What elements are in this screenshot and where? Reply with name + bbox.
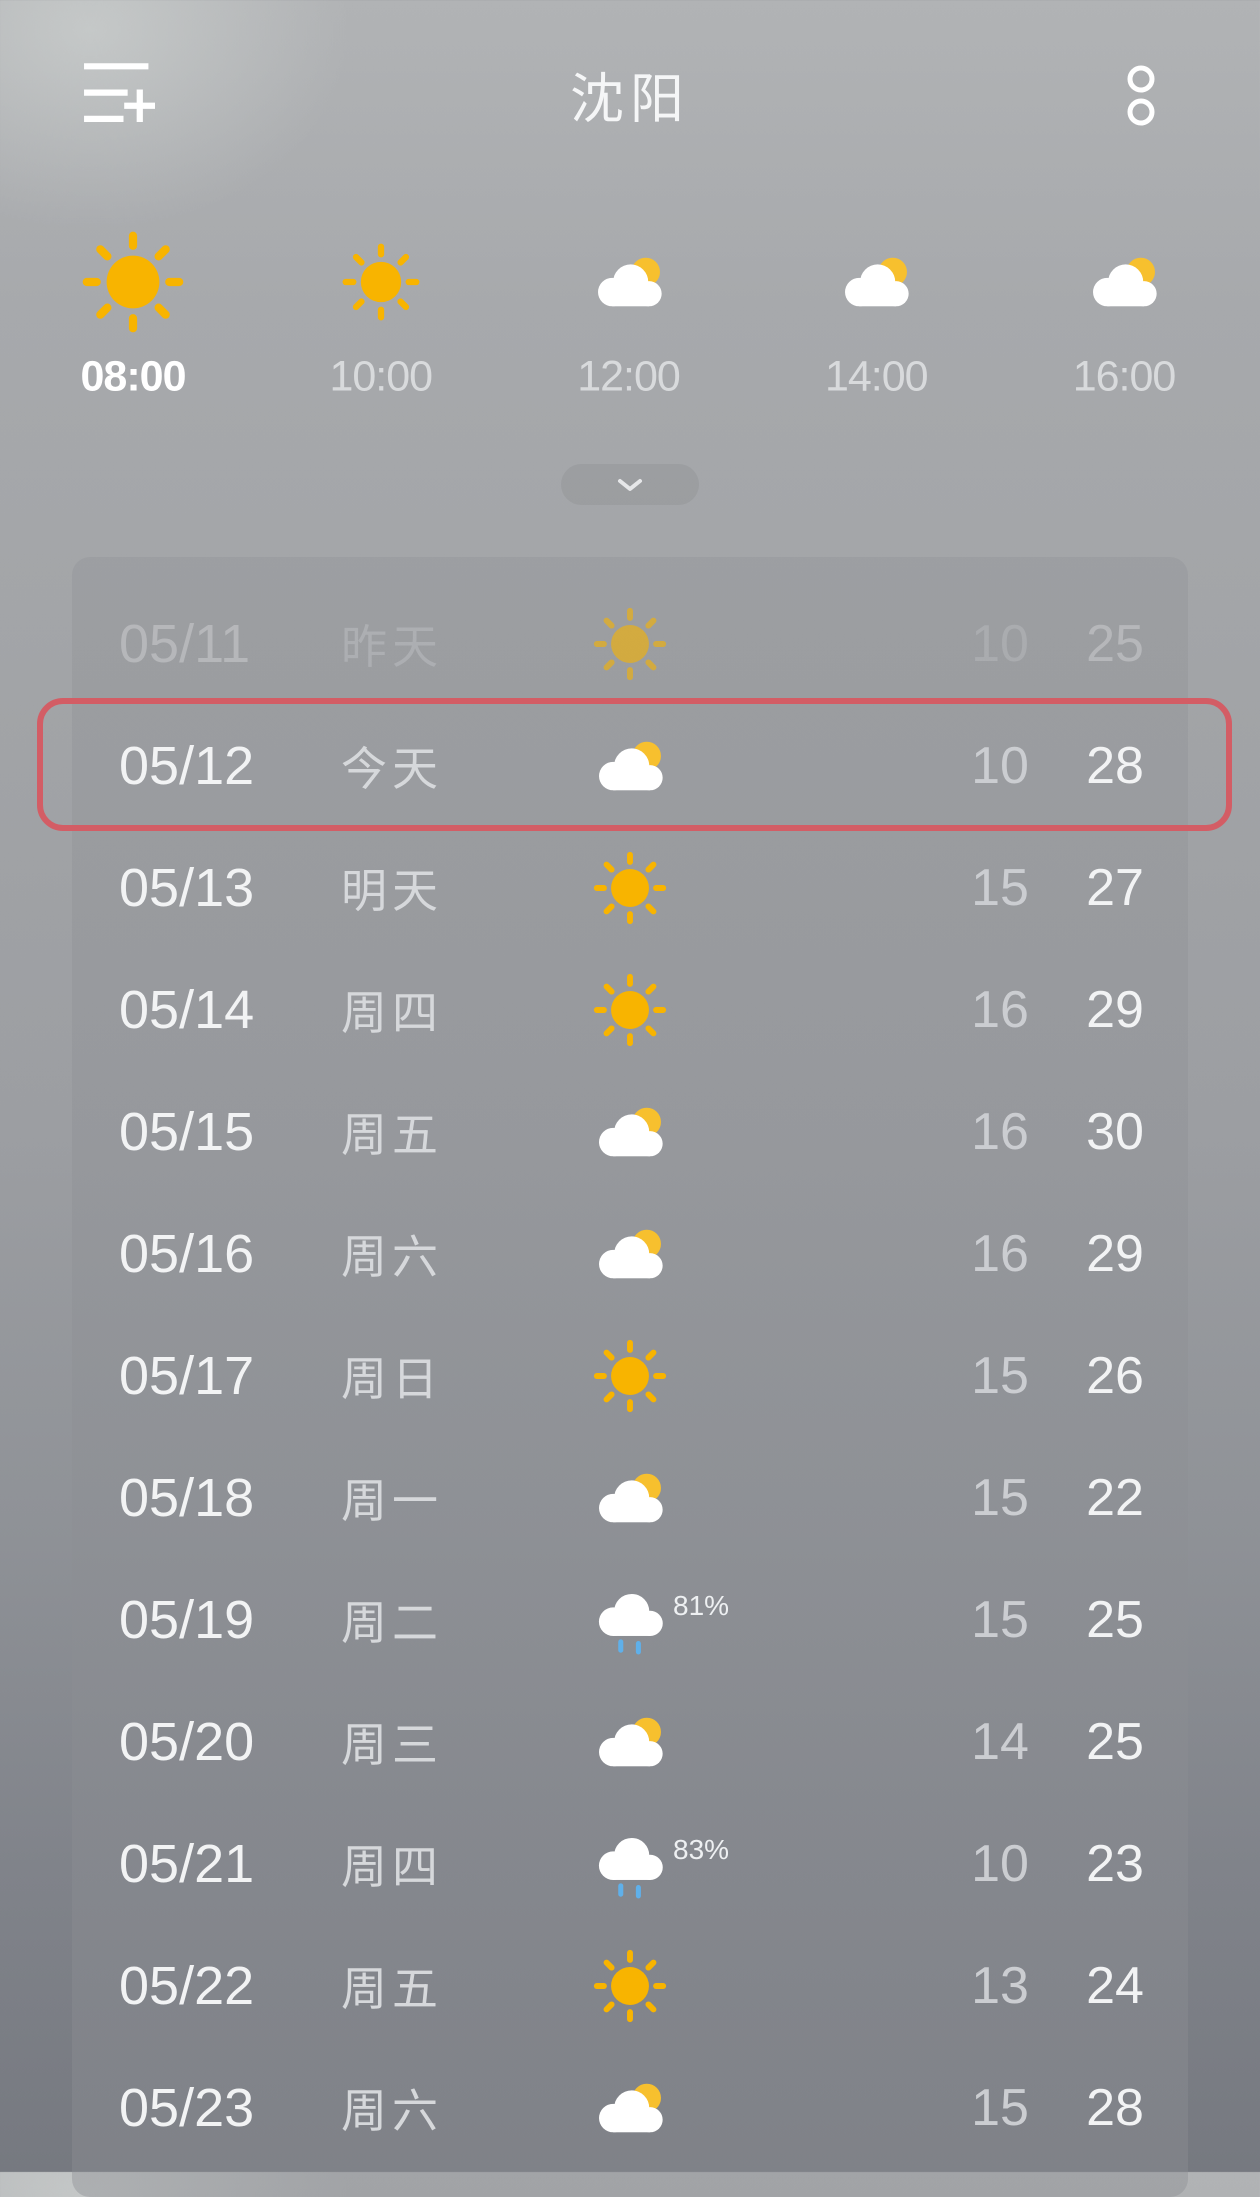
sun-icon [591, 1337, 670, 1416]
cloud-sun-icon [587, 249, 671, 316]
row-date: 05/11 [119, 614, 251, 674]
hour-time: 14:00 [824, 352, 929, 401]
expand-hourly-button[interactable] [561, 464, 699, 505]
daily-row[interactable]: 05/17 周日 15 26 [72, 1315, 1188, 1437]
daily-row[interactable]: 05/12 今天 10 28 [72, 705, 1188, 827]
daily-row[interactable]: 05/13 明天 15 27 [72, 827, 1188, 949]
cloud-sun-icon [588, 2075, 672, 2142]
row-day: 周五 [341, 1962, 443, 2016]
hour-item[interactable]: 12:00 [529, 0, 729, 430]
cloud-sun-icon [1082, 249, 1166, 316]
hour-time: 10:00 [329, 352, 433, 401]
cloud-sun-icon [588, 1099, 672, 1166]
row-date: 05/14 [119, 980, 255, 1040]
row-date: 05/20 [119, 1712, 255, 1772]
low-temperature: 13 [971, 1957, 1029, 2015]
chevron-down-icon [618, 478, 642, 491]
row-date: 05/18 [119, 1468, 255, 1528]
row-date: 05/12 [119, 736, 255, 796]
sun-icon [78, 227, 188, 337]
sun-icon [591, 605, 670, 684]
rain-cloud-icon [588, 1822, 672, 1906]
row-day: 周三 [341, 1718, 443, 1772]
cloud-sun-icon [588, 1465, 672, 1532]
row-day: 周日 [341, 1352, 443, 1406]
row-day: 今天 [341, 742, 443, 796]
low-temperature: 15 [971, 2079, 1029, 2137]
cloud-sun-icon [588, 1221, 672, 1288]
low-temperature: 10 [971, 615, 1029, 673]
daily-row[interactable]: 05/15 周五 16 30 [72, 1071, 1188, 1193]
hour-time: 16:00 [1072, 352, 1177, 401]
high-temperature: 25 [1086, 1591, 1144, 1649]
high-temperature: 27 [1086, 859, 1144, 917]
row-date: 05/15 [119, 1102, 255, 1162]
row-day: 周六 [341, 1230, 443, 1284]
high-temperature: 26 [1086, 1347, 1144, 1405]
low-temperature: 15 [971, 859, 1029, 917]
low-temperature: 16 [971, 1225, 1029, 1283]
high-temperature: 23 [1086, 1835, 1144, 1893]
high-temperature: 28 [1086, 2079, 1144, 2137]
row-date: 05/22 [119, 1956, 255, 2016]
low-temperature: 10 [971, 1835, 1029, 1893]
low-temperature: 15 [971, 1347, 1029, 1405]
row-date: 05/19 [119, 1590, 255, 1650]
daily-row[interactable]: 05/11 昨天 10 25 [72, 583, 1188, 705]
cloud-sun-icon [588, 1709, 672, 1776]
high-temperature: 28 [1086, 737, 1144, 795]
daily-forecast-list: 05/11 昨天 10 25 05/12 今天 10 28 05/13 明天 15 27 05/14 周四… [72, 557, 1188, 2197]
high-temperature: 25 [1086, 615, 1144, 673]
row-date: 05/16 [119, 1224, 255, 1284]
cloud-sun-icon [834, 249, 918, 316]
row-date: 05/23 [119, 2078, 255, 2138]
hourly-forecast: 08:00 10:00 12:00 14:00 16:00 [0, 0, 1260, 430]
hour-item[interactable]: 10:00 [281, 0, 481, 430]
hour-time: 12:00 [577, 352, 681, 401]
sun-icon [591, 1947, 670, 2026]
daily-row[interactable]: 05/21 周四 83% 10 23 [72, 1803, 1188, 1925]
hour-time: 08:00 [80, 352, 187, 401]
row-day: 周一 [341, 1474, 443, 1528]
daily-row[interactable]: 05/19 周二 81% 15 25 [72, 1559, 1188, 1681]
sun-icon [591, 849, 670, 928]
daily-row[interactable]: 05/23 周六 15 28 [72, 2047, 1188, 2169]
daily-row[interactable]: 05/22 周五 13 24 [72, 1925, 1188, 2047]
row-day: 周四 [341, 986, 443, 1040]
row-date: 05/21 [119, 1834, 255, 1894]
low-temperature: 10 [971, 737, 1029, 795]
low-temperature: 16 [971, 1103, 1029, 1161]
row-day: 周二 [341, 1596, 443, 1650]
precipitation-chance: 83% [673, 1834, 730, 1865]
daily-row[interactable]: 05/16 周六 16 29 [72, 1193, 1188, 1315]
precipitation-chance: 81% [673, 1590, 730, 1621]
row-day: 周四 [341, 1840, 443, 1894]
row-day: 周六 [341, 2084, 443, 2138]
row-day: 昨天 [341, 620, 443, 674]
high-temperature: 30 [1086, 1103, 1144, 1161]
high-temperature: 29 [1086, 1225, 1144, 1283]
low-temperature: 15 [971, 1469, 1029, 1527]
sun-icon [591, 971, 670, 1050]
hour-item[interactable]: 14:00 [776, 0, 976, 430]
row-day: 明天 [341, 864, 443, 918]
low-temperature: 15 [971, 1591, 1029, 1649]
high-temperature: 24 [1086, 1957, 1144, 2015]
high-temperature: 25 [1086, 1713, 1144, 1771]
high-temperature: 29 [1086, 981, 1144, 1039]
cloud-sun-icon [588, 733, 672, 800]
low-temperature: 14 [971, 1713, 1029, 1771]
sun-icon [339, 240, 423, 324]
high-temperature: 22 [1086, 1469, 1144, 1527]
daily-row[interactable]: 05/14 周四 16 29 [72, 949, 1188, 1071]
hour-item[interactable]: 16:00 [1024, 0, 1224, 430]
row-date: 05/13 [119, 858, 255, 918]
row-date: 05/17 [119, 1346, 255, 1406]
row-day: 周五 [341, 1108, 443, 1162]
rain-cloud-icon [588, 1578, 672, 1662]
daily-row[interactable]: 05/20 周三 14 25 [72, 1681, 1188, 1803]
hour-item[interactable]: 08:00 [33, 0, 233, 430]
low-temperature: 16 [971, 981, 1029, 1039]
daily-row[interactable]: 05/18 周一 15 22 [72, 1437, 1188, 1559]
